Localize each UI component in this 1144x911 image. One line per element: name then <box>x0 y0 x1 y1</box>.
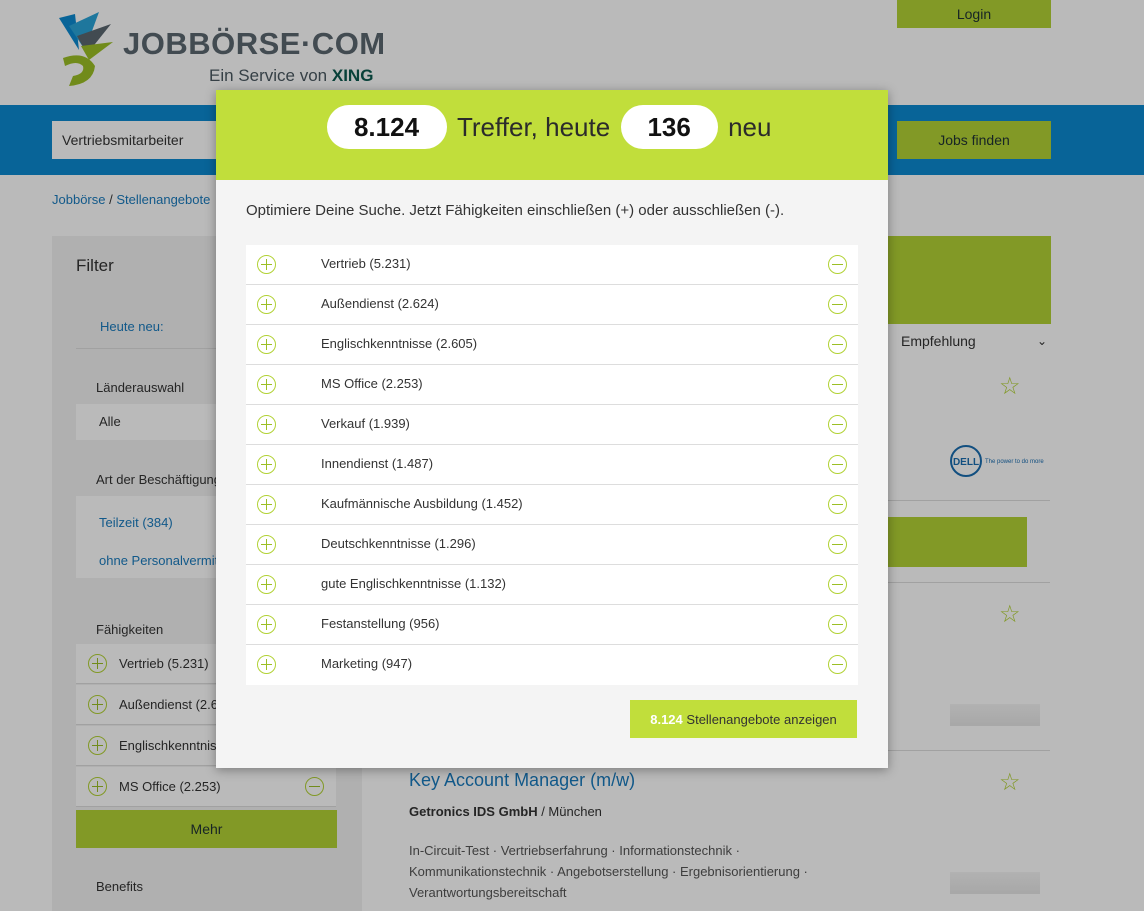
skill-row: Festanstellung (956) <box>246 605 858 645</box>
skill-label: Englischkenntnisse (2.605) <box>321 336 478 351</box>
plus-circle-icon[interactable] <box>257 335 276 354</box>
minus-circle-icon[interactable] <box>828 455 847 474</box>
plus-circle-icon[interactable] <box>257 495 276 514</box>
skill-label: Deutschkenntnisse (1.296) <box>321 536 476 551</box>
skill-row: Kaufmännische Ausbildung (1.452) <box>246 485 858 525</box>
plus-circle-icon[interactable] <box>257 575 276 594</box>
skill-label: MS Office (2.253) <box>321 376 423 391</box>
skill-list: Vertrieb (5.231) Außendienst (2.624) Eng… <box>246 245 858 685</box>
plus-circle-icon[interactable] <box>257 255 276 274</box>
minus-circle-icon[interactable] <box>828 335 847 354</box>
skill-row: Deutschkenntnisse (1.296) <box>246 525 858 565</box>
skill-label: Innendienst (1.487) <box>321 456 434 471</box>
minus-circle-icon[interactable] <box>828 535 847 554</box>
skill-row: Verkauf (1.939) <box>246 405 858 445</box>
results-count-badge: 8.124 <box>326 105 447 149</box>
new-text: neu <box>728 111 772 142</box>
plus-circle-icon[interactable] <box>257 415 276 434</box>
minus-circle-icon[interactable] <box>828 255 847 274</box>
plus-circle-icon[interactable] <box>257 615 276 634</box>
show-jobs-count: 8.124 <box>650 711 683 727</box>
plus-circle-icon[interactable] <box>257 455 276 474</box>
today-count-badge: 136 <box>620 105 718 149</box>
minus-circle-icon[interactable] <box>828 575 847 594</box>
minus-circle-icon[interactable] <box>828 295 847 314</box>
show-jobs-button[interactable]: 8.124 Stellenangebote anzeigen <box>630 700 857 738</box>
minus-circle-icon[interactable] <box>828 495 847 514</box>
skill-row: gute Englischkenntnisse (1.132) <box>246 565 858 605</box>
minus-circle-icon[interactable] <box>828 415 847 434</box>
plus-circle-icon[interactable] <box>257 375 276 394</box>
plus-circle-icon[interactable] <box>257 295 276 314</box>
modal-header: 8.124 Treffer, heute 136 neu <box>216 90 888 180</box>
skill-row: Marketing (947) <box>246 645 858 685</box>
skill-label: Festanstellung (956) <box>321 616 440 631</box>
minus-circle-icon[interactable] <box>828 655 847 674</box>
skill-row: Englischkenntnisse (2.605) <box>246 325 858 365</box>
skills-modal: 8.124 Treffer, heute 136 neu Optimiere D… <box>216 90 888 768</box>
skill-label: Marketing (947) <box>321 656 413 671</box>
skill-label: Vertrieb (5.231) <box>321 256 411 271</box>
skill-row: Vertrieb (5.231) <box>246 245 858 285</box>
minus-circle-icon[interactable] <box>828 615 847 634</box>
show-jobs-label: Stellenangebote anzeigen <box>686 711 837 727</box>
modal-intro-text: Optimiere Deine Suche. Jetzt Fähigkeiten… <box>246 202 785 219</box>
skill-row: Innendienst (1.487) <box>246 445 858 485</box>
minus-circle-icon[interactable] <box>828 375 847 394</box>
skill-label: Außendienst (2.624) <box>321 296 439 311</box>
skill-label: Kaufmännische Ausbildung (1.452) <box>321 496 523 511</box>
skill-label: gute Englischkenntnisse (1.132) <box>321 576 507 591</box>
plus-circle-icon[interactable] <box>257 655 276 674</box>
plus-circle-icon[interactable] <box>257 535 276 554</box>
results-summary: 8.124 Treffer, heute 136 neu <box>216 105 888 149</box>
skill-row: Außendienst (2.624) <box>246 285 858 325</box>
skill-label: Verkauf (1.939) <box>321 416 410 431</box>
skill-row: MS Office (2.253) <box>246 365 858 405</box>
hits-text: Treffer, heute <box>456 111 611 142</box>
